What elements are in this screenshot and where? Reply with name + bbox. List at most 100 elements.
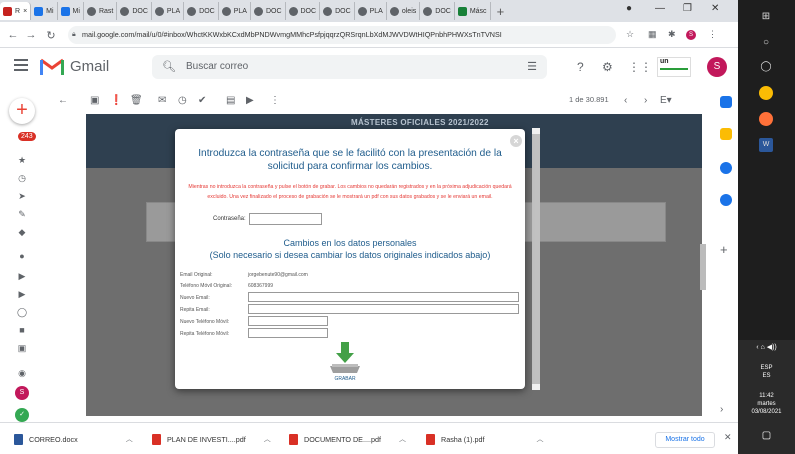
tab-8[interactable]: PLA <box>219 2 251 20</box>
new-email-field[interactable] <box>248 292 519 302</box>
clock-day[interactable]: martes <box>738 400 795 408</box>
word-app-icon[interactable]: W <box>759 138 773 152</box>
tab-9[interactable]: DOC <box>251 2 286 20</box>
search-box[interactable]: 🔍︎ Buscar correo ☰ <box>152 55 547 79</box>
account-avatar[interactable]: S <box>707 57 727 77</box>
older-icon[interactable]: ‹ <box>624 95 627 106</box>
save-button[interactable]: GRABAR <box>325 340 365 382</box>
tab-2[interactable]: Mi <box>31 2 58 20</box>
location-icon[interactable]: ◉ <box>17 369 27 378</box>
settings-gear-icon[interactable]: ⚙ <box>602 60 613 74</box>
region-indicator[interactable]: ES <box>738 372 795 380</box>
clock-date[interactable]: 03/08/2021 <box>738 408 795 416</box>
labels-icon[interactable]: ▶ <box>246 95 254 106</box>
download-item[interactable]: PLAN DE INVESTI....pdf ︿ <box>152 423 271 454</box>
newer-icon[interactable]: › <box>644 95 647 106</box>
report-spam-icon[interactable]: ❗ <box>110 95 122 106</box>
contacts-app-icon[interactable] <box>720 194 732 206</box>
search-input[interactable]: Buscar correo <box>186 61 248 72</box>
add-task-icon[interactable]: ✔ <box>198 95 206 106</box>
search-icon[interactable]: 🔍︎ <box>162 60 176 73</box>
tab-6[interactable]: PLA <box>152 2 185 20</box>
star-icon[interactable]: ☆ <box>626 29 634 40</box>
sent-icon[interactable]: ➤ <box>17 192 27 201</box>
url-field[interactable]: 🔒︎ mail.google.com/mail/u/0/#inbox/WhctKK… <box>68 26 616 44</box>
new-phone-field[interactable] <box>248 316 328 326</box>
tab-3[interactable]: Mi <box>58 2 84 20</box>
repeat-email-field[interactable] <box>248 304 519 314</box>
password-field[interactable] <box>249 213 322 225</box>
tab-10[interactable]: DOC <box>286 2 321 20</box>
new-tab-button[interactable]: + <box>497 4 505 19</box>
puzzle-icon[interactable]: ✱ <box>668 29 676 40</box>
tasks-app-icon[interactable] <box>720 162 732 174</box>
input-tools-icon[interactable]: E▾ <box>660 95 672 106</box>
profile-dot-icon[interactable]: ● <box>626 3 632 14</box>
label-tag-icon[interactable]: ▶ <box>17 272 27 281</box>
search-options-icon[interactable]: ☰ <box>527 60 537 73</box>
extension-icon[interactable]: ▦ <box>648 29 657 40</box>
tab-7[interactable]: DOC <box>184 2 219 20</box>
tab-4[interactable]: Rast <box>84 2 118 20</box>
minimize-button[interactable]: — <box>655 3 665 14</box>
more-vert-icon[interactable]: ⋮ <box>708 29 717 40</box>
task-view-icon[interactable]: ◯ <box>759 60 773 74</box>
apps-grid-icon[interactable]: ⋮⋮ <box>628 60 652 74</box>
compose-button[interactable]: + <box>9 98 35 124</box>
restore-button[interactable]: ❐ <box>683 3 692 14</box>
repeat-phone-field[interactable] <box>248 328 328 338</box>
move-to-icon[interactable]: ▤ <box>226 95 235 106</box>
close-downloads-icon[interactable]: ✕ <box>724 432 732 443</box>
language-indicator[interactable]: ESP <box>738 364 795 372</box>
modal-scroll-thumb[interactable] <box>532 134 540 384</box>
windows-start-icon[interactable]: ⊞ <box>759 10 773 24</box>
back-icon[interactable]: ← <box>4 29 22 41</box>
chevron-up-icon[interactable]: ︿ <box>399 434 406 444</box>
back-to-inbox-icon[interactable]: ← <box>58 95 68 106</box>
delete-icon[interactable]: 🗑︎ <box>130 95 143 106</box>
dialog-close-button[interactable]: × <box>510 135 522 147</box>
tab-5[interactable]: DOC <box>117 2 152 20</box>
chevron-up-icon[interactable]: ︿ <box>264 434 271 444</box>
show-all-downloads-button[interactable]: Mostrar todo <box>655 432 715 448</box>
download-item[interactable]: DOCUMENTO DE....pdf ︿ <box>289 423 406 454</box>
snoozed-icon[interactable]: ◷ <box>17 174 27 183</box>
chevron-up-icon[interactable]: ︿ <box>537 434 544 444</box>
tab-11[interactable]: DOC <box>320 2 355 20</box>
help-icon[interactable]: ? <box>577 60 584 74</box>
notifications-icon[interactable]: ▢ <box>738 431 795 441</box>
tab-13[interactable]: oleis <box>387 2 421 20</box>
tab-14[interactable]: DOC <box>420 2 455 20</box>
chevron-up-icon[interactable]: ︿ <box>126 434 133 444</box>
profile-avatar-small[interactable]: S <box>686 30 696 40</box>
organization-logo[interactable]: un <box>657 57 691 77</box>
chat-icon[interactable]: ◯ <box>17 308 27 317</box>
starred-icon[interactable]: ★ <box>17 156 27 165</box>
chrome-app-icon[interactable] <box>759 86 773 100</box>
tab-1[interactable]: R × <box>0 2 32 20</box>
mark-unread-icon[interactable]: ✉ <box>158 95 166 106</box>
hangouts-status-icon[interactable]: ✓ <box>15 408 29 422</box>
keep-app-icon[interactable] <box>720 128 732 140</box>
search-icon[interactable]: ○ <box>759 36 773 50</box>
hangouts-avatar[interactable]: S <box>15 386 29 400</box>
forward-icon[interactable]: → <box>22 29 40 41</box>
firefox-app-icon[interactable] <box>759 112 773 126</box>
more-icon[interactable]: ● <box>17 252 27 261</box>
archive-icon[interactable]: ▣ <box>90 95 99 106</box>
snooze-icon[interactable]: ◷ <box>178 95 187 106</box>
window-close-button[interactable]: ✕ <box>711 3 719 14</box>
close-icon[interactable]: × <box>23 8 27 15</box>
calendar-icon[interactable]: ▣ <box>17 344 27 353</box>
meet-icon[interactable]: ■ <box>17 326 27 335</box>
calendar-app-icon[interactable] <box>720 96 732 108</box>
download-item[interactable]: Rasha (1).pdf ︿ <box>426 423 544 454</box>
tray-overflow-icon[interactable]: ‹ ⌂ ◀)) <box>738 344 795 352</box>
tab-15[interactable]: Másc <box>455 2 491 20</box>
drafts-icon[interactable]: ✎ <box>17 210 27 219</box>
download-item[interactable]: CORREO.docx ︿ <box>14 423 133 454</box>
more-vert-icon[interactable]: ⋮ <box>270 95 280 106</box>
label-icon[interactable]: ◆ <box>17 228 27 237</box>
label-tag-icon[interactable]: ▶ <box>17 290 27 299</box>
reload-icon[interactable]: ↻ <box>42 29 60 42</box>
